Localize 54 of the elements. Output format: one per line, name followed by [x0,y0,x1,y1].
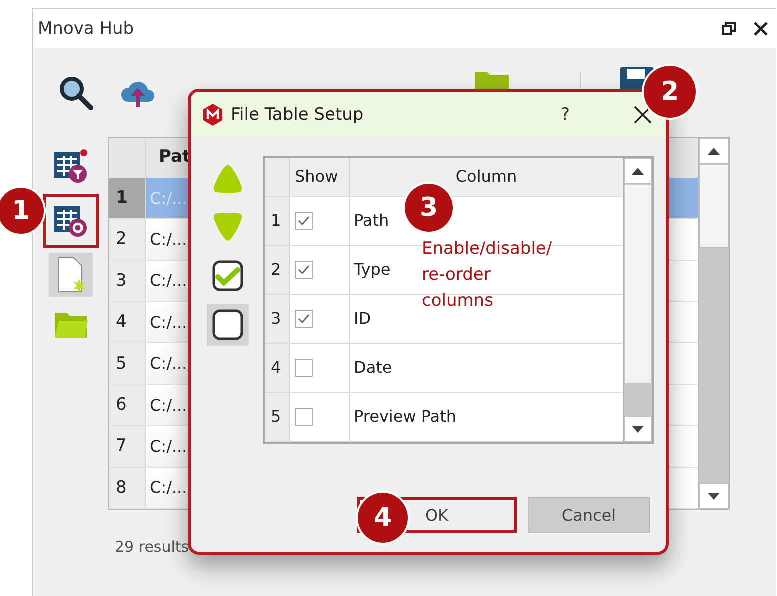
checkmark-icon [298,264,310,275]
column-header[interactable]: Show [290,158,350,196]
dialog-title: File Table Setup [231,105,365,125]
row-number[interactable]: 1 [265,196,290,245]
uncheck-all-button[interactable] [207,304,249,346]
row-number[interactable]: 1 [109,178,146,218]
row-number[interactable]: 5 [109,343,146,384]
show-checkbox[interactable] [295,260,313,279]
checkmark-icon [298,314,310,324]
row-number[interactable]: 7 [109,426,146,467]
row-number[interactable]: 3 [109,260,146,302]
column-name: Path [354,211,390,230]
check-all-icon[interactable] [212,260,244,292]
window-title: Mnova Hub [38,18,134,38]
row-number[interactable]: 6 [109,384,146,426]
scroll-down-arrow-icon[interactable] [632,426,644,432]
restore-icon[interactable] [722,22,736,36]
scroll-up-arrow-icon[interactable] [632,168,644,174]
row-number[interactable]: 5 [265,392,290,441]
help-button[interactable]: ? [556,105,574,125]
checkmark-icon [298,216,310,226]
show-checkbox[interactable] [295,212,313,230]
column-name: ID [354,309,372,328]
row-number[interactable]: 4 [109,302,146,342]
search-icon[interactable] [58,74,94,110]
close-icon[interactable] [634,106,652,124]
scroll-up-arrow-icon[interactable] [708,148,720,154]
row-number[interactable]: 2 [265,246,290,294]
step-number-badge: 1 [0,188,44,234]
table-settings-icon [52,203,88,239]
callout-note: Enable/disable/ re-order columns [422,238,554,313]
show-checkbox[interactable] [295,310,313,328]
row-number[interactable]: 3 [265,294,290,343]
scroll-down-arrow-icon[interactable] [708,492,720,500]
scrollbar[interactable] [623,158,652,442]
cancel-button[interactable]: Cancel [528,497,650,533]
column-header[interactable]: Column [350,158,623,196]
row-number[interactable]: 4 [265,344,290,392]
column-name: Type [354,260,391,280]
app-logo-icon [203,104,223,126]
empty-checkbox-icon [212,309,244,341]
scroll-thumb[interactable] [699,164,729,248]
row-number[interactable]: 2 [109,219,146,260]
show-checkbox[interactable] [295,408,313,426]
row-number[interactable]: 8 [109,468,146,508]
scrollbar[interactable] [698,138,729,509]
show-checkbox[interactable] [295,358,313,377]
results-count: 29 results [115,538,190,556]
column-name: Preview Path [354,407,457,426]
close-icon[interactable] [754,22,768,36]
scroll-thumb[interactable] [624,184,652,384]
column-name: Date [354,358,392,378]
folder-icon [52,310,88,340]
table-filter-icon [52,149,88,185]
